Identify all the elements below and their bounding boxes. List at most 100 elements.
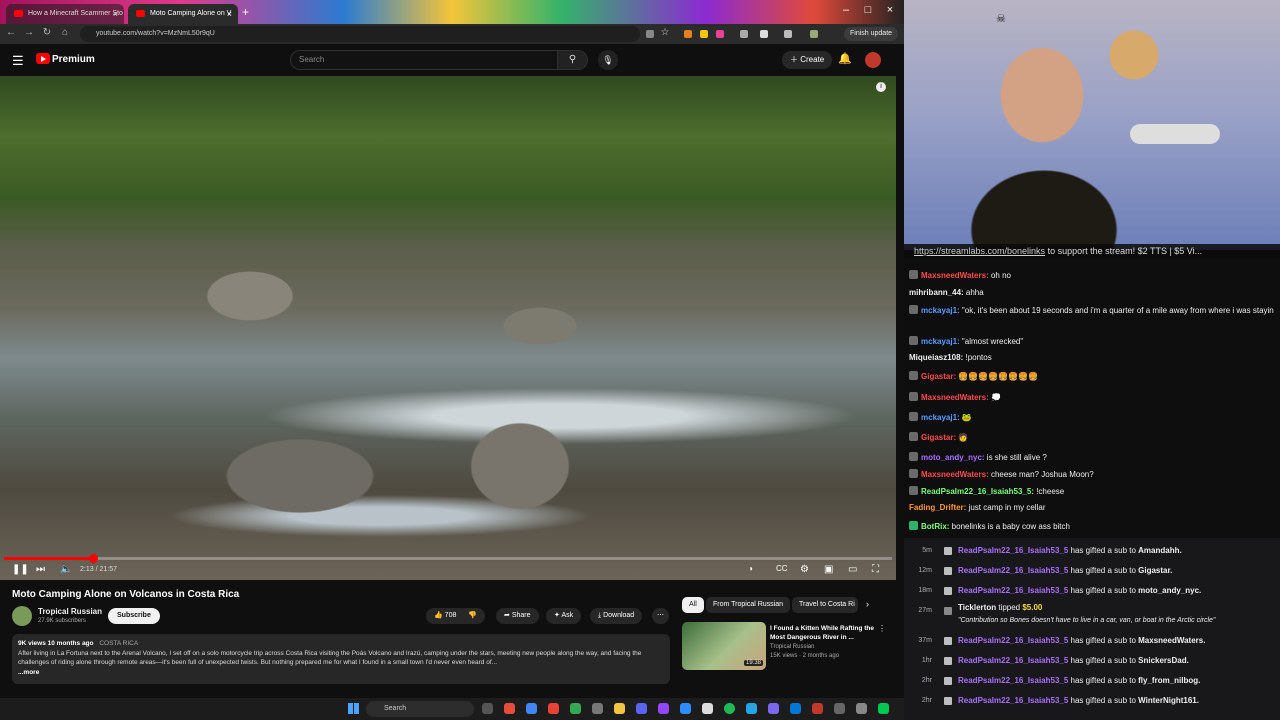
account-avatar[interactable]	[865, 52, 881, 68]
description-tag[interactable]: COSTA RICA	[99, 640, 138, 647]
tab-minecraft-scammer[interactable]: How a Minecraft Scammer Sto ×	[6, 4, 124, 24]
tab-moto-camping[interactable]: Moto Camping Alone on V ×	[128, 4, 238, 24]
spotify-icon[interactable]	[724, 703, 735, 714]
finish-update-button[interactable]: Finish update	[844, 27, 899, 41]
channel-avatar[interactable]	[12, 606, 32, 626]
banner-link[interactable]: https://streamlabs.com/bonelinks	[914, 246, 1045, 256]
app-icon[interactable]	[768, 703, 779, 714]
profile-icon[interactable]	[810, 30, 818, 38]
app-icon[interactable]	[856, 703, 867, 714]
file-explorer-icon[interactable]	[614, 703, 625, 714]
chrome-icon[interactable]	[526, 703, 537, 714]
more-actions-button[interactable]: ⋯	[652, 608, 669, 624]
sidebar-icon[interactable]	[784, 30, 792, 38]
app-icon[interactable]	[592, 703, 603, 714]
pause-icon[interactable]: ❚❚	[12, 564, 29, 575]
home-icon[interactable]: ⌂	[58, 27, 72, 38]
app-icon[interactable]	[680, 703, 691, 714]
youtube-logo-icon[interactable]	[36, 53, 50, 64]
chip-from-channel[interactable]: From Tropical Russian	[706, 597, 791, 613]
app-icon[interactable]	[504, 703, 515, 714]
voice-search-icon[interactable]: 🎙	[598, 50, 618, 70]
app-icon[interactable]	[834, 703, 845, 714]
telegram-icon[interactable]	[746, 703, 757, 714]
share-button[interactable]: ➦ Share	[496, 608, 539, 624]
channel-name[interactable]: Tropical Russian	[38, 607, 102, 616]
cast-icon[interactable]	[646, 30, 654, 38]
app-icon[interactable]	[790, 703, 801, 714]
chip-travel[interactable]: Travel to Costa Ri	[792, 597, 858, 613]
chat-user[interactable]: MaxsneedWaters:	[921, 393, 989, 402]
extension-icon[interactable]	[740, 30, 748, 38]
chat-user[interactable]: BotRix:	[921, 522, 949, 531]
description-box[interactable]: 9K views 10 months ago COSTA RICA After …	[12, 634, 670, 684]
forward-icon[interactable]: →	[22, 27, 36, 38]
chat-user[interactable]: Gigastar:	[921, 433, 956, 442]
app-icon[interactable]	[812, 703, 823, 714]
extension-icon[interactable]	[700, 30, 708, 38]
search-input[interactable]: Search	[290, 50, 558, 70]
back-icon[interactable]: ←	[4, 27, 18, 38]
windows-start-icon[interactable]	[348, 703, 359, 714]
thumbs-down-icon[interactable]: 👎	[468, 612, 477, 619]
chevron-right-icon[interactable]: ›	[866, 599, 869, 609]
chat-user[interactable]: moto_andy_nyc:	[921, 453, 985, 462]
chat-user[interactable]: Fading_Drifter:	[909, 503, 966, 512]
download-button[interactable]: ⤓ Download	[590, 608, 643, 624]
url-field[interactable]: youtube.com/watch?v=MzNmL50r9qU	[80, 26, 640, 42]
chat-user[interactable]: Gigastar:	[921, 372, 956, 381]
reload-icon[interactable]: ↻	[40, 27, 54, 38]
chip-all[interactable]: All	[682, 597, 704, 613]
recommended-channel[interactable]: Tropical Russian	[770, 644, 814, 650]
chat-user[interactable]: mckayaj1:	[921, 413, 960, 422]
extensions-puzzle-icon[interactable]	[760, 30, 768, 38]
next-icon[interactable]: ⏭	[36, 564, 45, 575]
youtube-brand[interactable]: Premium	[52, 54, 95, 65]
chat-user[interactable]: mckayaj1:	[921, 337, 960, 346]
chat-user[interactable]: mckayaj1:	[921, 306, 960, 315]
autoplay-toggle[interactable]: ◑	[748, 564, 753, 573]
kebab-menu-icon[interactable]: ⋮	[878, 624, 886, 633]
settings-gear-icon[interactable]: ⚙	[800, 564, 809, 575]
discord-icon[interactable]	[636, 703, 647, 714]
extension-icon[interactable]	[716, 30, 724, 38]
recommended-title[interactable]: I Found a Kitten While Rafting the Most …	[770, 624, 874, 642]
subscribe-button[interactable]: Subscribe	[108, 608, 160, 624]
chat-user[interactable]: Miqueiasz108:	[909, 353, 963, 362]
close-tab-icon[interactable]: ×	[227, 4, 232, 24]
miniplayer-icon[interactable]: ▣	[824, 564, 833, 575]
hamburger-menu-icon[interactable]: ☰	[12, 53, 24, 69]
chat-user[interactable]: MaxsneedWaters:	[921, 271, 989, 280]
like-button[interactable]: 👍 708 👎	[426, 608, 486, 624]
chat-user[interactable]: mihribann_44:	[909, 288, 964, 297]
create-button[interactable]: ＋ Create	[782, 51, 833, 69]
close-tab-icon[interactable]: ×	[113, 4, 118, 24]
theater-mode-icon[interactable]: ▭	[848, 564, 857, 575]
app-icon[interactable]	[570, 703, 581, 714]
scrubber-handle[interactable]	[88, 554, 98, 563]
maximize-icon[interactable]: □	[858, 4, 878, 16]
recommended-video[interactable]: 19:38 I Found a Kitten While Rafting the…	[682, 622, 886, 672]
volume-icon[interactable]: 🔈	[60, 564, 72, 575]
taskbar-search[interactable]: Search	[366, 701, 474, 717]
fullscreen-icon[interactable]: ⛶	[872, 564, 879, 575]
minimize-icon[interactable]: –	[836, 4, 856, 16]
video-player[interactable]: i ❚❚ ⏭ 🔈 2:13 / 21:57 ◑ CC ⚙ ▣ ▭ ⛶	[0, 76, 896, 580]
info-icon[interactable]: i	[876, 82, 886, 92]
notifications-bell-icon[interactable]: 🔔	[838, 52, 852, 65]
chat-user[interactable]: MaxsneedWaters:	[921, 470, 989, 479]
app-icon[interactable]	[878, 703, 889, 714]
video-progress-bar[interactable]	[4, 554, 892, 563]
ask-button[interactable]: ✦ Ask	[546, 608, 582, 624]
search-icon[interactable]: ⚲	[558, 50, 588, 70]
close-window-icon[interactable]: ×	[880, 4, 900, 16]
new-tab-button[interactable]: +	[242, 5, 249, 19]
task-view-icon[interactable]	[482, 703, 493, 714]
bookmark-star-icon[interactable]: ☆	[658, 27, 672, 38]
app-icon[interactable]	[548, 703, 559, 714]
app-icon[interactable]	[658, 703, 669, 714]
app-icon[interactable]	[702, 703, 713, 714]
captions-icon[interactable]: CC	[776, 564, 788, 573]
show-more-link[interactable]: ...more	[18, 669, 39, 676]
extension-icon[interactable]	[684, 30, 692, 38]
